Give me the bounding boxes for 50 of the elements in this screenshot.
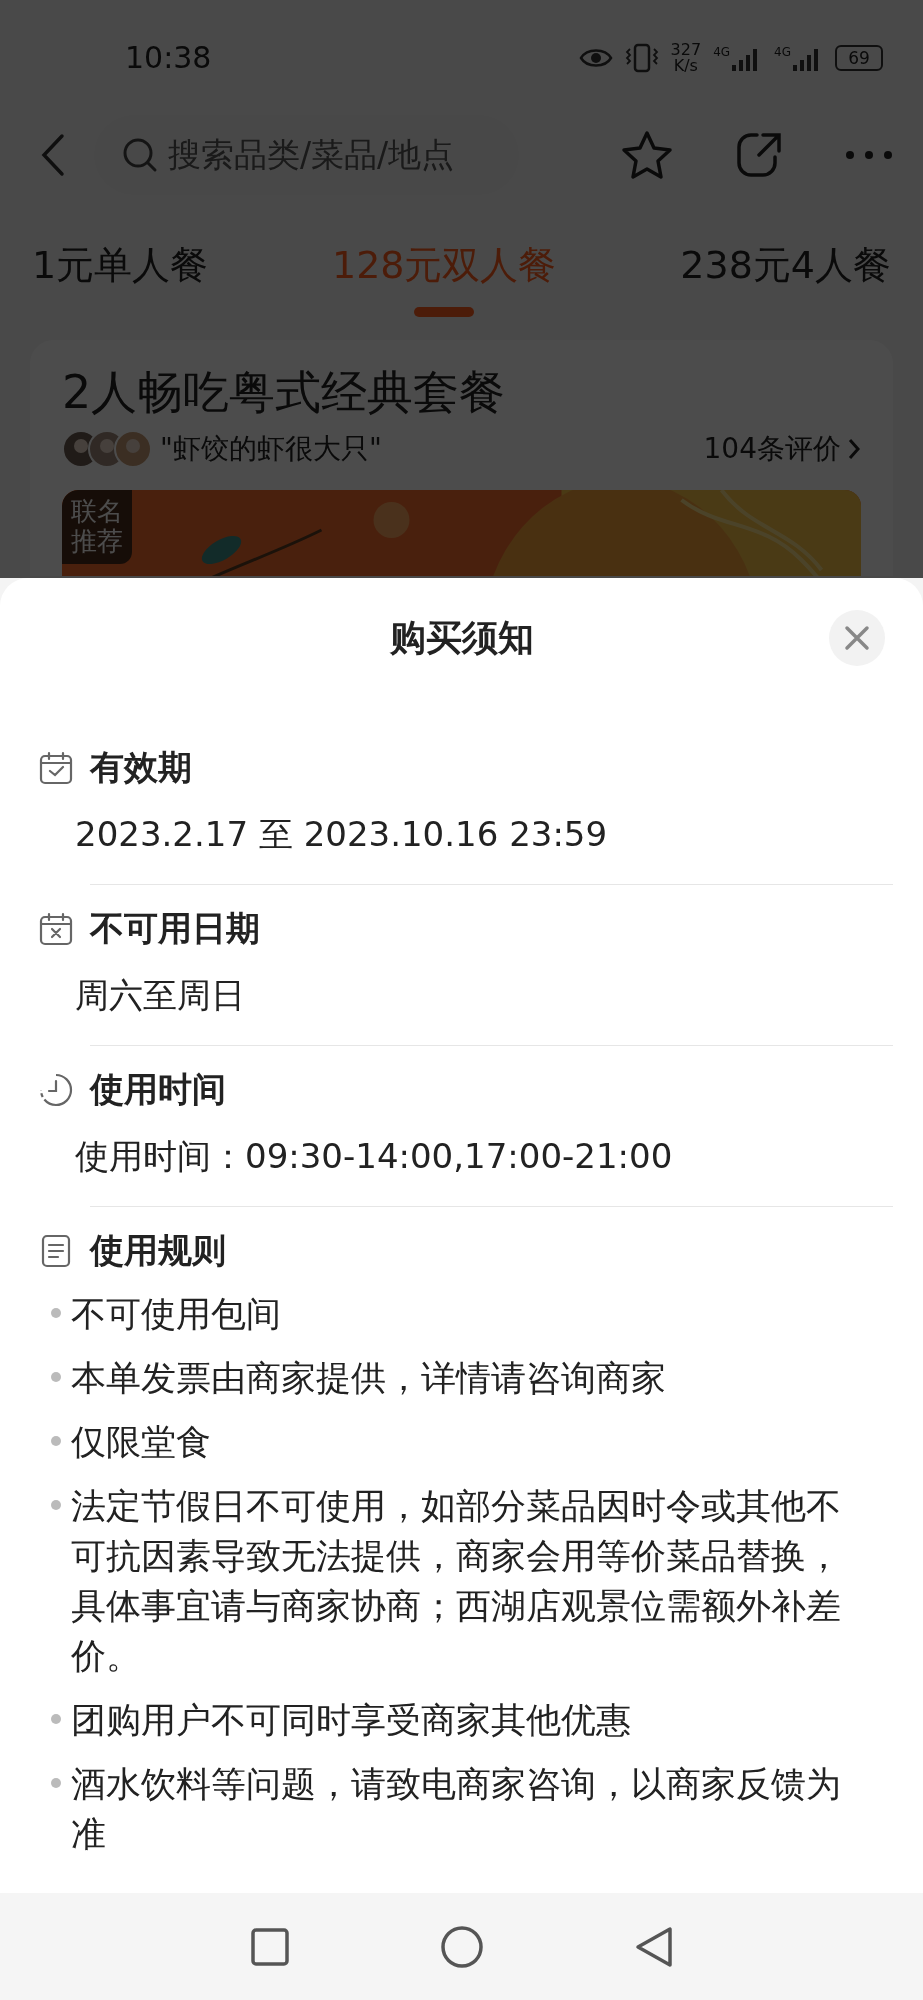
section-title: 使用规则: [90, 1229, 226, 1272]
bullet-icon: [51, 1714, 61, 1724]
eye-icon: [578, 46, 613, 69]
review-quote: "虾饺的虾很大只": [160, 431, 382, 467]
vibrate-icon: [624, 42, 659, 73]
network-speed: 327: [670, 41, 702, 58]
calendar-check-icon: [38, 750, 74, 786]
promo-badge: 联名推荐: [62, 490, 132, 564]
bullet-icon: [51, 1308, 61, 1318]
network-type: 4G: [713, 44, 731, 59]
section-title: 有效期: [90, 746, 192, 789]
meal-tab[interactable]: 128元双人餐: [331, 239, 557, 317]
status-time: 10:38: [125, 40, 212, 75]
speed-unit: K/s: [673, 57, 698, 74]
home-button[interactable]: [439, 1924, 484, 1969]
clock-icon: [38, 1072, 74, 1108]
sheet-title: 购买须知: [389, 615, 534, 660]
close-button[interactable]: [829, 610, 885, 666]
rule-text: 法定节假日不可使用，如部分菜品因时令或其他不可抗因素导致无法提供，商家会用等价菜品替换，具体事宜请与商家协商；西湖店观景位需额外补差价。: [71, 1485, 842, 1678]
deal-title: 2人畅吃粤式经典套餐: [62, 364, 507, 421]
battery-level: 69: [835, 44, 883, 71]
rule-text: 团购用户不可同时享受商家其他优惠: [71, 1699, 632, 1742]
meal-tab[interactable]: 238元4人餐: [680, 239, 891, 317]
recent-apps-button[interactable]: [249, 1926, 290, 1967]
back-button[interactable]: [40, 133, 66, 177]
bullet-icon: [51, 1500, 61, 1510]
section-title: 不可用日期: [90, 907, 260, 950]
rule-text: 本单发票由商家提供，详情请咨询商家: [71, 1357, 667, 1400]
more-icon[interactable]: [845, 150, 893, 160]
search-icon: [122, 137, 158, 173]
section-title: 使用时间: [90, 1068, 226, 1111]
section-value: 使用时间：09:30-14:00,17:00-21:00: [75, 1135, 674, 1178]
section-value: 2023.2.17 至 2023.10.16 23:59: [75, 813, 609, 856]
meal-tab[interactable]: 1元单人餐: [32, 239, 209, 317]
reviews-link[interactable]: 104条评价: [703, 430, 861, 468]
star-icon[interactable]: [621, 130, 673, 180]
bullet-icon: [51, 1372, 61, 1382]
rule-text: 仅限堂食: [71, 1421, 212, 1464]
back-nav-button[interactable]: [633, 1924, 674, 1969]
close-icon: [844, 625, 870, 651]
calendar-x-icon: [38, 911, 74, 947]
chevron-icon: [847, 437, 861, 461]
rule-text: 不可使用包间: [71, 1293, 282, 1336]
share-icon[interactable]: [735, 131, 783, 179]
rule-text: 酒水饮料等问题，请致电商家咨询，以商家反馈为准: [71, 1763, 842, 1856]
avatar-icon: [114, 430, 152, 468]
bullet-icon: [51, 1778, 61, 1788]
bullet-icon: [51, 1436, 61, 1446]
network-type: 4G: [774, 44, 791, 59]
section-value: 周六至周日: [75, 974, 246, 1017]
